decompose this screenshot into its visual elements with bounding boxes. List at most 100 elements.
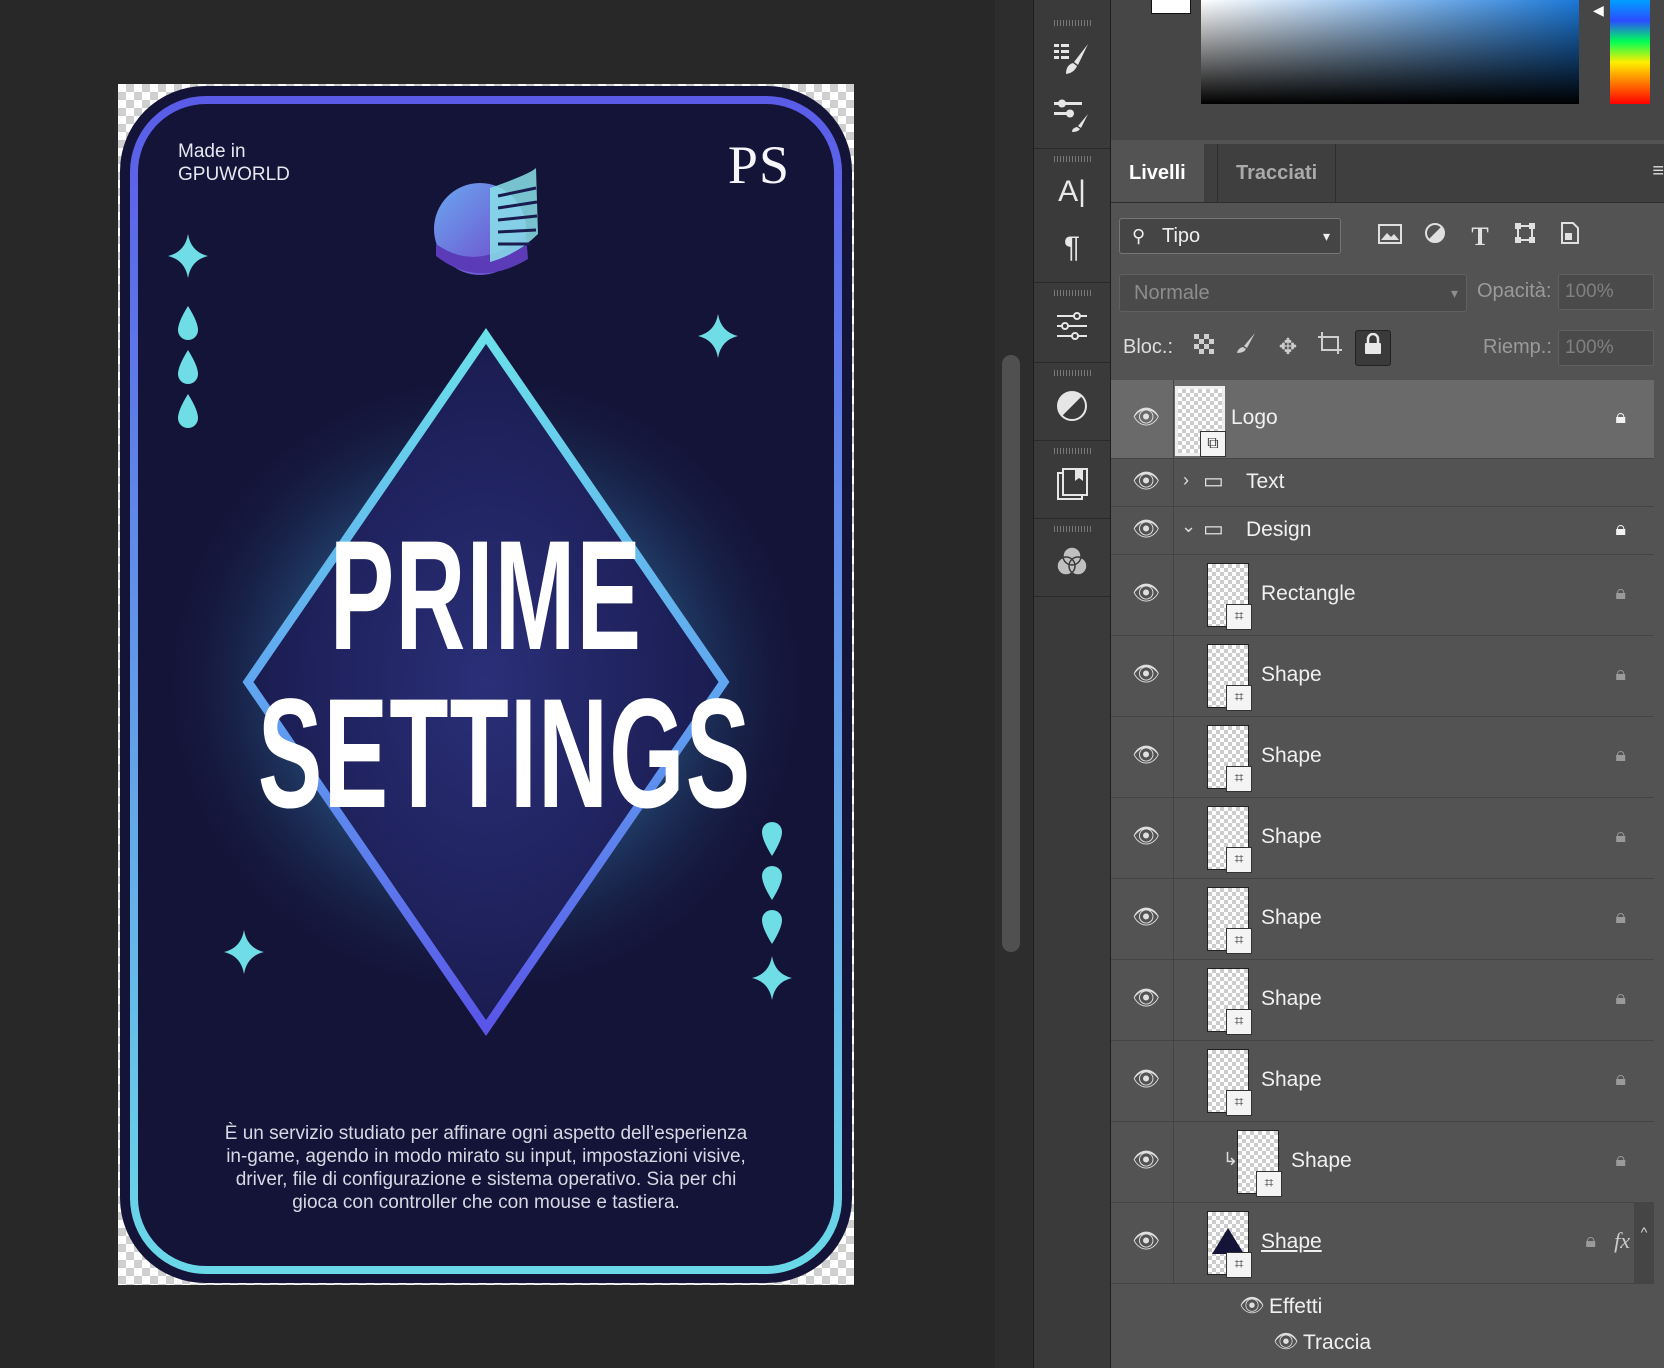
effects-eye-icon[interactable]: 👁 — [1237, 1293, 1267, 1323]
effects-label[interactable]: Effetti — [1269, 1295, 1322, 1319]
properties-brush-icon[interactable] — [1052, 38, 1092, 78]
layer-row-logo[interactable]: 👁 ⧉ Logo 🔒︎ — [1111, 380, 1654, 459]
layer-row-shape[interactable]: 👁 ⌗ Shape 🔒︎ — [1111, 959, 1654, 1041]
layer-thumbnail: ⌗ — [1207, 563, 1252, 630]
canvas-area[interactable]: Made in GPUWORLD PS PRIME SETTINGS È un … — [0, 0, 995, 1368]
visibility-eye-icon[interactable]: 👁 — [1131, 742, 1161, 772]
visibility-eye-icon[interactable]: 👁 — [1131, 1147, 1161, 1177]
libraries-icon[interactable] — [1052, 464, 1092, 504]
effect-item-traccia[interactable]: Traccia — [1303, 1331, 1371, 1355]
layer-thumbnail: ⧉ — [1175, 386, 1226, 457]
fill-input[interactable]: 100% — [1558, 330, 1654, 366]
document-canvas[interactable]: Made in GPUWORLD PS PRIME SETTINGS È un … — [118, 84, 854, 1285]
layer-name[interactable]: Shape — [1261, 1230, 1322, 1254]
visibility-eye-icon[interactable]: 👁 — [1131, 516, 1161, 546]
vector-shape-icon: ⌗ — [1226, 1090, 1252, 1116]
layers-panel: ◀ Livelli Tracciati ≡ ⚲ Tipo ▾ T Normale… — [1111, 0, 1664, 1368]
layer-row-shape[interactable]: 👁 ⌗ Shape 🔒︎ — [1111, 716, 1654, 798]
filter-adjustment-icon[interactable] — [1418, 220, 1452, 254]
lock-transparency-icon[interactable] — [1187, 330, 1221, 364]
vector-shape-icon: ⌗ — [1226, 604, 1252, 630]
layer-name[interactable]: Shape — [1261, 906, 1322, 930]
visibility-eye-icon[interactable]: 👁 — [1131, 904, 1161, 934]
layer-name[interactable]: Shape — [1261, 825, 1322, 849]
blend-mode-select[interactable]: Normale ▾ — [1119, 274, 1467, 312]
tab-tracciati[interactable]: Tracciati — [1217, 144, 1337, 202]
layer-thumbnail: ⌗ — [1207, 1211, 1252, 1278]
layer-name[interactable]: Shape — [1261, 744, 1322, 768]
layer-thumbnail: ⌗ — [1207, 644, 1252, 711]
layer-name[interactable]: Rectangle — [1261, 582, 1356, 606]
layer-lock-icon: 🔒︎ — [1585, 1230, 1596, 1252]
filter-smart-object-icon[interactable] — [1553, 220, 1587, 254]
stroke-eye-icon[interactable]: 👁 — [1271, 1329, 1301, 1359]
layer-row-text-group[interactable]: 👁 › ▭ Text — [1111, 458, 1654, 507]
opacity-input[interactable]: 100% — [1558, 274, 1654, 310]
layer-row-design-group[interactable]: 👁 ⌄ ▭ Design 🔒︎ — [1111, 506, 1654, 555]
visibility-eye-icon[interactable]: 👁 — [1131, 1066, 1161, 1096]
lock-all-icon[interactable] — [1355, 330, 1391, 366]
grip-handle[interactable] — [1054, 526, 1092, 532]
paragraph-icon[interactable]: ¶ — [1052, 228, 1092, 268]
filter-type-icon[interactable]: T — [1463, 220, 1497, 254]
visibility-eye-icon[interactable]: 👁 — [1131, 580, 1161, 610]
grip-handle[interactable] — [1054, 20, 1092, 26]
panel-dock-toolbar: A| ¶ — [1033, 0, 1111, 1368]
grip-handle[interactable] — [1054, 370, 1092, 376]
layer-name[interactable]: Logo — [1231, 406, 1278, 430]
color-picker: ◀ — [1111, 0, 1664, 140]
panel-menu-icon[interactable]: ≡ — [1652, 160, 1664, 183]
collapse-effects-chevron-icon[interactable]: ^ — [1634, 1202, 1654, 1283]
layer-row-shape[interactable]: 👁 ⌗ Shape 🔒︎ — [1111, 797, 1654, 879]
layer-name[interactable]: Shape — [1261, 987, 1322, 1011]
layer-row-rectangle[interactable]: 👁 ⌗ Rectangle 🔒︎ — [1111, 554, 1654, 636]
vertical-scrollbar[interactable] — [1002, 355, 1020, 952]
layer-row-shape[interactable]: 👁 ⌗ Shape 🔒︎ — [1111, 635, 1654, 717]
layer-filter-select[interactable]: ⚲ Tipo ▾ — [1119, 218, 1341, 254]
layer-name[interactable]: Shape — [1261, 663, 1322, 687]
grip-handle[interactable] — [1054, 448, 1092, 454]
filter-shape-icon[interactable] — [1508, 220, 1542, 254]
vector-shape-icon: ⌗ — [1226, 766, 1252, 792]
visibility-eye-icon[interactable]: 👁 — [1131, 985, 1161, 1015]
adjust-brush-icon[interactable] — [1052, 94, 1092, 134]
lock-pixels-brush-icon[interactable] — [1229, 330, 1263, 364]
foreground-swatch[interactable] — [1151, 0, 1191, 14]
layer-row-shape[interactable]: 👁 ↳ ⌗ Shape 🔒︎ — [1111, 1121, 1654, 1203]
character-icon[interactable]: A| — [1052, 172, 1092, 212]
hue-slider[interactable] — [1610, 0, 1650, 104]
filter-pixel-icon[interactable] — [1373, 220, 1407, 254]
layer-row-shape[interactable]: 👁 ⌗ Shape 🔒︎ fx ^ — [1111, 1202, 1654, 1284]
grip-handle[interactable] — [1054, 156, 1092, 162]
channels-icon[interactable] — [1052, 542, 1092, 582]
lock-artboard-icon[interactable] — [1313, 330, 1347, 364]
color-field[interactable] — [1201, 0, 1579, 104]
visibility-eye-icon[interactable]: 👁 — [1131, 1228, 1161, 1258]
layer-name[interactable]: Design — [1246, 518, 1311, 542]
grip-handle[interactable] — [1054, 290, 1092, 296]
contrast-icon[interactable] — [1052, 386, 1092, 426]
ps-mark: PS — [727, 135, 790, 195]
layer-row-shape[interactable]: 👁 ⌗ Shape 🔒︎ — [1111, 1040, 1654, 1122]
layer-lock-icon: 🔒︎ — [1615, 825, 1626, 847]
layer-row-shape[interactable]: 👁 ⌗ Shape 🔒︎ — [1111, 878, 1654, 960]
folder-open-icon: ▭ — [1203, 516, 1224, 541]
chevron-right-icon[interactable]: › — [1183, 470, 1189, 491]
layer-name[interactable]: Text — [1246, 470, 1285, 494]
lock-position-move-icon[interactable]: ✥ — [1271, 330, 1305, 364]
made-in-text: Made in GPUWORLD — [178, 140, 290, 186]
layer-name[interactable]: Shape — [1261, 1068, 1322, 1092]
visibility-eye-icon[interactable]: 👁 — [1131, 823, 1161, 853]
tab-livelli[interactable]: Livelli — [1111, 144, 1204, 202]
fx-badge[interactable]: fx — [1614, 1228, 1630, 1254]
visibility-eye-icon[interactable]: 👁 — [1131, 404, 1161, 434]
chevron-down-icon[interactable]: ⌄ — [1181, 516, 1196, 537]
opacity-label: Opacità: — [1477, 280, 1552, 302]
visibility-eye-icon[interactable]: 👁 — [1131, 661, 1161, 691]
adjustments-icon[interactable] — [1052, 306, 1092, 346]
layer-lock-icon: 🔒︎ — [1615, 987, 1626, 1009]
layer-name[interactable]: Shape — [1291, 1149, 1352, 1173]
hue-slider-arrow-icon[interactable]: ◀ — [1593, 2, 1607, 18]
visibility-eye-icon[interactable]: 👁 — [1131, 468, 1161, 498]
vector-shape-icon: ⌗ — [1226, 1252, 1252, 1278]
